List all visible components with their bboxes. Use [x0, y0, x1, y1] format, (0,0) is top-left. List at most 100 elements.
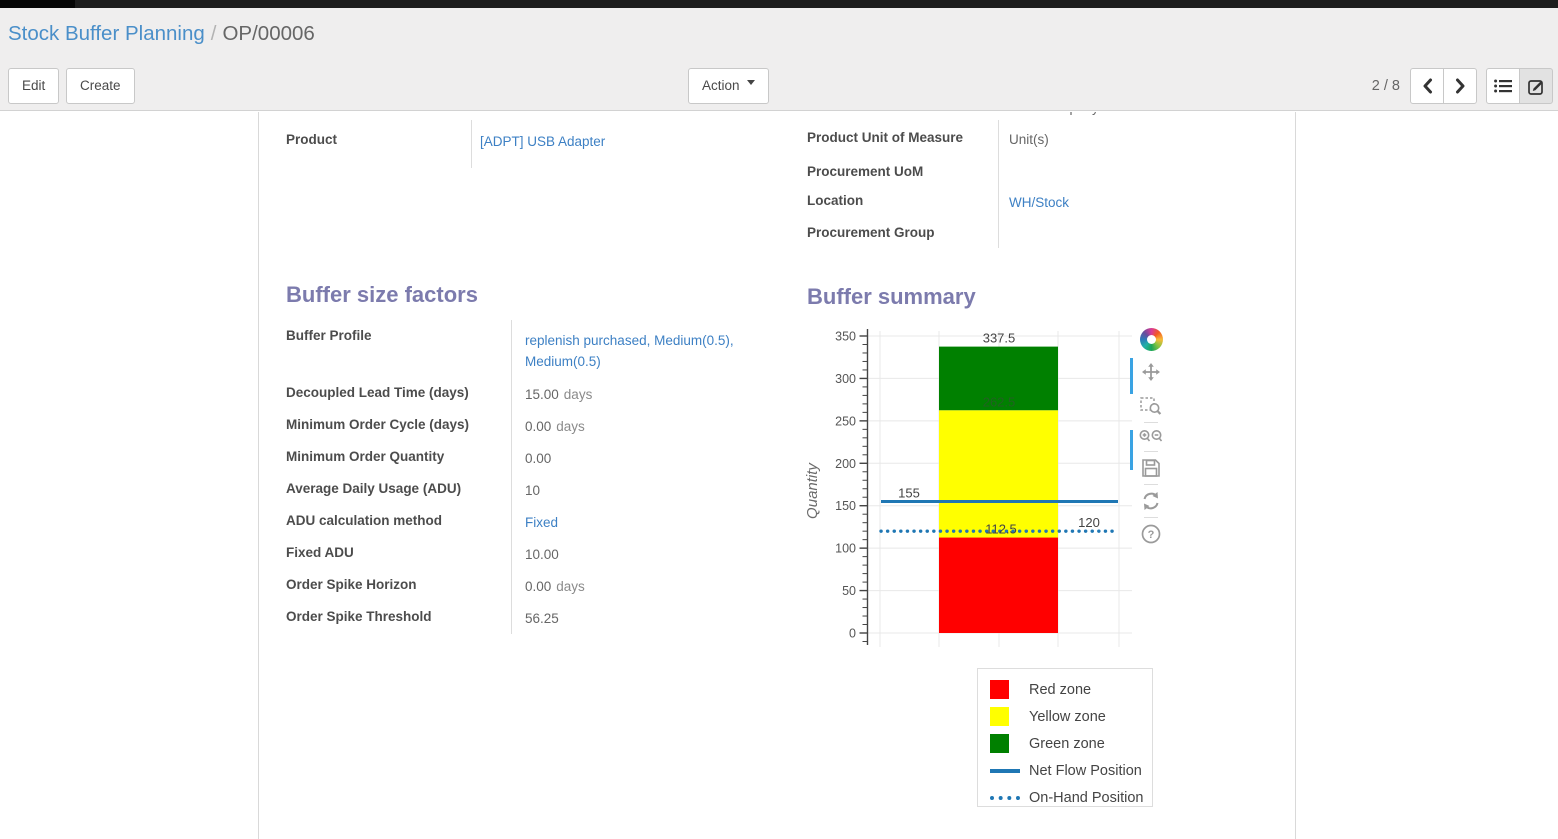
- adu-method-value-link[interactable]: Fixed: [525, 515, 558, 530]
- pager-previous-button[interactable]: [1410, 68, 1444, 104]
- field-row-buffer-profile: Buffer Profile replenish purchased, Medi…: [286, 320, 778, 378]
- pan-icon: [1140, 362, 1162, 382]
- red-zone-swatch: [990, 680, 1009, 699]
- zoom-in-out-button[interactable]: [1138, 429, 1164, 445]
- legend-label: Green zone: [1029, 736, 1105, 752]
- breadcrumb-parent-link[interactable]: Stock Buffer Planning: [8, 22, 205, 45]
- adu-method-label: ADU calculation method: [286, 506, 511, 538]
- product-field-value-link[interactable]: [ADPT] USB Adapter: [480, 134, 605, 149]
- help-button[interactable]: ?: [1138, 524, 1164, 544]
- breadcrumb-separator: /: [205, 22, 223, 45]
- zoom-box-icon: [1140, 395, 1162, 416]
- modebar-active-indicator: [1130, 358, 1133, 394]
- action-dropdown-button[interactable]: Action: [688, 68, 769, 104]
- svg-text:350: 350: [835, 330, 856, 344]
- field-row-min-order-cycle: Minimum Order Cycle (days) 0.00days: [286, 410, 778, 442]
- buffer-factors-group: Buffer Profile replenish purchased, Medi…: [286, 320, 778, 634]
- spike-horizon-label: Order Spike Horizon: [286, 570, 511, 602]
- location-value-link[interactable]: WH/Stock: [1009, 195, 1069, 210]
- min-order-cycle-unit: days: [556, 419, 585, 434]
- view-switcher: [1486, 68, 1553, 104]
- legend-item-red-zone[interactable]: Red zone: [978, 676, 1152, 703]
- buffer-profile-value-link[interactable]: replenish purchased, Medium(0.5), Medium…: [525, 333, 734, 369]
- field-row-location: Location WH/Stock: [807, 184, 1272, 216]
- pan-button[interactable]: [1138, 362, 1164, 382]
- legend-item-green-zone[interactable]: Green zone: [978, 730, 1152, 757]
- modebar-separator: [1144, 517, 1158, 518]
- plotly-logo-button[interactable]: [1138, 328, 1164, 362]
- svg-text:50: 50: [842, 584, 856, 598]
- svg-text:?: ?: [1148, 529, 1155, 541]
- spike-horizon-value: 0.00: [525, 579, 551, 594]
- procurement-group-label: Procurement Group: [807, 216, 998, 248]
- legend-label: Yellow zone: [1029, 709, 1106, 725]
- dlt-value: 15.00: [525, 387, 559, 402]
- green-zone-swatch: [990, 734, 1009, 753]
- adu-label: Average Daily Usage (ADU): [286, 474, 511, 506]
- legend-item-on-hand[interactable]: On-Hand Position: [978, 784, 1152, 811]
- form-sheet: Main Company Product [ADPT] USB Adapter …: [258, 112, 1296, 839]
- control-panel: Stock Buffer Planning/OP/00006 Edit Crea…: [0, 8, 1558, 111]
- svg-text:112.5: 112.5: [985, 522, 1017, 537]
- svg-text:100: 100: [835, 542, 856, 556]
- save-image-button[interactable]: [1138, 458, 1164, 478]
- adu-value: 10: [511, 474, 773, 506]
- svg-text:Quantity: Quantity: [804, 462, 821, 519]
- dotted-line-swatch: [990, 796, 1020, 800]
- spike-threshold-value: 56.25: [511, 602, 773, 634]
- breadcrumb: Stock Buffer Planning/OP/00006: [8, 22, 315, 46]
- modebar-separator: [1144, 451, 1158, 452]
- buffer-summary-title: Buffer summary: [807, 284, 976, 310]
- svg-text:337.5: 337.5: [983, 331, 1016, 346]
- fixed-adu-value: 10.00: [511, 538, 773, 570]
- plotly-logo-icon: [1140, 328, 1163, 351]
- procurement-uom-label: Procurement UoM: [807, 156, 998, 184]
- min-order-cycle-value: 0.00: [525, 419, 551, 434]
- product-field-label: Product: [286, 120, 471, 168]
- field-row-spike-threshold: Order Spike Threshold 56.25: [286, 602, 778, 634]
- min-order-qty-value: 0.00: [511, 442, 773, 474]
- modebar-active-indicator: [1130, 430, 1133, 470]
- svg-text:300: 300: [835, 372, 856, 386]
- zoom-box-button[interactable]: [1138, 395, 1164, 416]
- field-row-fixed-adu: Fixed ADU 10.00: [286, 538, 778, 570]
- form-view: Main Company Product [ADPT] USB Adapter …: [0, 112, 1558, 839]
- product-field-group: Product [ADPT] USB Adapter: [286, 120, 771, 168]
- field-row-procurement-group: Procurement Group: [807, 216, 1272, 248]
- dlt-unit: days: [564, 387, 593, 402]
- legend-item-yellow-zone[interactable]: Yellow zone: [978, 703, 1152, 730]
- product-uom-label: Product Unit of Measure: [807, 120, 998, 156]
- field-row-spike-horizon: Order Spike Horizon 0.00 days: [286, 570, 778, 602]
- reset-axes-button[interactable]: [1138, 491, 1164, 511]
- legend-label: Net Flow Position: [1029, 763, 1142, 779]
- create-button[interactable]: Create: [66, 68, 135, 104]
- spike-threshold-label: Order Spike Threshold: [286, 602, 511, 634]
- breadcrumb-current: OP/00006: [222, 22, 314, 45]
- legend-label: On-Hand Position: [1029, 790, 1143, 806]
- list-view-button[interactable]: [1486, 68, 1520, 104]
- chart-modebar: ?: [1136, 328, 1166, 544]
- procurement-field-group: Product Unit of Measure Unit(s) Procurem…: [807, 120, 1272, 248]
- field-row-dlt: Decoupled Lead Time (days) 15.00days: [286, 378, 778, 410]
- buffer-size-factors-title: Buffer size factors: [286, 282, 478, 308]
- svg-text:262.5: 262.5: [983, 394, 1016, 409]
- yellow-zone-swatch: [990, 707, 1009, 726]
- svg-text:155: 155: [898, 485, 920, 500]
- procurement-uom-value: [998, 156, 1272, 184]
- buffer-summary-chart[interactable]: 050100150200250300350Quantity337.5262.51…: [801, 325, 1151, 665]
- form-view-button[interactable]: [1519, 68, 1553, 104]
- fixed-adu-label: Fixed ADU: [286, 538, 511, 570]
- edit-button[interactable]: Edit: [8, 68, 59, 104]
- field-row-procurement-uom: Procurement UoM: [807, 156, 1272, 184]
- svg-text:120: 120: [1078, 515, 1100, 530]
- form-edit-icon: [1528, 78, 1545, 95]
- list-view-icon: [1494, 79, 1512, 93]
- legend-item-net-flow[interactable]: Net Flow Position: [978, 757, 1152, 784]
- action-label: Action: [702, 78, 740, 93]
- legend-label: Red zone: [1029, 682, 1091, 698]
- svg-text:200: 200: [835, 457, 856, 471]
- spike-horizon-unit: days: [556, 579, 585, 594]
- save-image-icon: [1141, 458, 1161, 478]
- pager-next-button[interactable]: [1443, 68, 1477, 104]
- field-row-product-uom: Product Unit of Measure Unit(s): [807, 120, 1272, 156]
